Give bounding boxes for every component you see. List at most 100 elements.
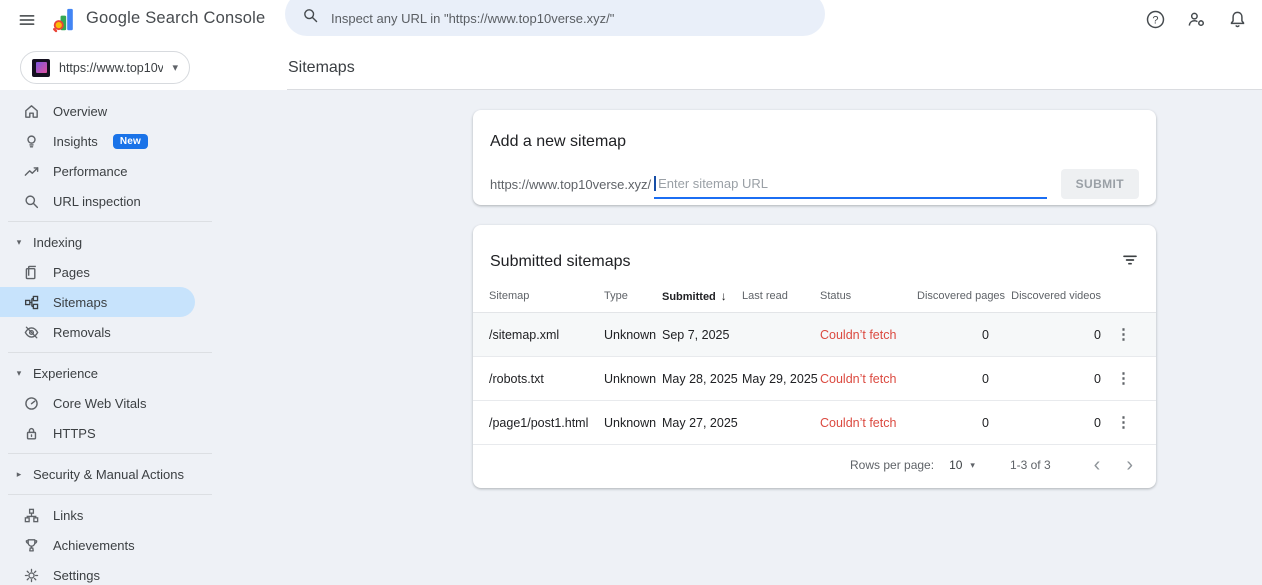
add-sitemap-form: https://www.top10verse.xyz/ Enter sitema…: [490, 169, 1139, 199]
cell-sitemap: /page1/post1.html: [489, 416, 604, 430]
col-header-type[interactable]: Type: [604, 290, 662, 302]
cell-discovered-pages: 0: [917, 416, 989, 430]
sidebar-item-label: Performance: [53, 164, 127, 179]
sidebar-item-links[interactable]: Links: [0, 500, 270, 530]
sidebar-item-url-inspection[interactable]: URL inspection: [0, 186, 270, 216]
lock-icon: [23, 425, 40, 442]
sitemap-tree-icon: [23, 294, 40, 311]
search-placeholder: Inspect any URL in "https://www.top10ver…: [331, 11, 614, 26]
col-header-discovered-pages[interactable]: Discovered pages: [917, 290, 989, 302]
performance-chart-icon: [23, 163, 40, 180]
notifications-bell-icon[interactable]: [1225, 8, 1249, 32]
search-console-logo-icon: [52, 6, 79, 33]
cell-discovered-videos: 0: [989, 416, 1101, 430]
links-network-icon: [23, 507, 40, 524]
table-row[interactable]: /sitemap.xml Unknown Sep 7, 2025 Couldn’…: [473, 313, 1156, 357]
sidebar-item-pages[interactable]: Pages: [0, 257, 270, 287]
property-selector[interactable]: https://www.top10vers... ▾: [20, 51, 190, 84]
gear-icon: [23, 567, 40, 584]
cell-last-read: May 29, 2025: [742, 372, 820, 386]
table-card-title: Submitted sitemaps: [490, 253, 631, 271]
col-header-last-read[interactable]: Last read: [742, 290, 820, 302]
eye-off-icon: [23, 324, 40, 341]
sitemap-url-input[interactable]: Enter sitemap URL: [654, 170, 1046, 199]
submitted-sitemaps-card: Submitted sitemaps Sitemap Type Submitte…: [473, 225, 1156, 488]
page-title: Sitemaps: [288, 59, 355, 77]
sidebar-item-label: Links: [53, 508, 83, 523]
submit-button[interactable]: SUBMIT: [1061, 169, 1139, 199]
filter-icon[interactable]: [1117, 247, 1143, 276]
prev-page-chevron-icon[interactable]: ‹: [1081, 455, 1114, 475]
cell-discovered-videos: 0: [989, 328, 1101, 342]
top-app-bar: Google Search Console Inspect any URL in…: [0, 0, 1262, 40]
sidebar-item-label: Overview: [53, 104, 107, 119]
sidebar-item-label: HTTPS: [53, 426, 96, 441]
menu-icon[interactable]: [14, 7, 40, 33]
table-row[interactable]: /page1/post1.html Unknown May 27, 2025 C…: [473, 401, 1156, 445]
sidebar-item-overview[interactable]: Overview: [0, 96, 270, 126]
sidebar-item-https[interactable]: HTTPS: [0, 418, 270, 448]
rows-per-page-value: 10: [949, 458, 962, 472]
lightbulb-icon: [23, 133, 40, 150]
col-header-discovered-videos[interactable]: Discovered videos: [989, 290, 1101, 302]
next-page-chevron-icon[interactable]: ›: [1113, 455, 1146, 475]
rows-per-page-select[interactable]: 10 ▾: [949, 458, 975, 472]
sidebar-item-settings[interactable]: Settings: [0, 560, 270, 585]
sidebar-item-label: Achievements: [53, 538, 135, 553]
caret-down-icon: ▾: [14, 368, 24, 379]
caret-down-icon: ▾: [14, 237, 24, 248]
sidebar-item-removals[interactable]: Removals: [0, 317, 270, 347]
table-row[interactable]: /robots.txt Unknown May 28, 2025 May 29,…: [473, 357, 1156, 401]
sidebar-item-label: Core Web Vitals: [53, 396, 146, 411]
sidebar-item-label: URL inspection: [53, 194, 141, 209]
cell-submitted: May 27, 2025: [662, 416, 742, 430]
rows-per-page-label: Rows per page:: [850, 458, 934, 472]
input-placeholder: Enter sitemap URL: [658, 176, 768, 191]
sidebar-item-insights[interactable]: Insights New: [0, 126, 270, 156]
row-menu-kebab-icon[interactable]: ⋮: [1114, 413, 1139, 432]
sitemaps-table: Sitemap Type Submitted↓ Last read Status…: [473, 279, 1156, 445]
sidebar-divider: [8, 453, 212, 454]
sidebar-section-indexing[interactable]: ▾ Indexing: [0, 227, 270, 257]
property-label: https://www.top10vers...: [59, 61, 163, 75]
sidebar-section-label: Security & Manual Actions: [33, 467, 184, 482]
table-header-row: Sitemap Type Submitted↓ Last read Status…: [473, 279, 1156, 313]
cell-sitemap: /robots.txt: [489, 372, 604, 386]
cell-status: Couldn’t fetch: [820, 328, 917, 342]
app-root: Google Search Console Inspect any URL in…: [0, 0, 1262, 585]
sidebar-divider: [8, 221, 212, 222]
row-menu-kebab-icon[interactable]: ⋮: [1114, 369, 1139, 388]
cell-sitemap: /sitemap.xml: [489, 328, 604, 342]
sidebar-section-experience[interactable]: ▾ Experience: [0, 358, 270, 388]
sidebar-item-performance[interactable]: Performance: [0, 156, 270, 186]
chevron-down-icon: ▾: [172, 61, 178, 74]
cell-status: Couldn’t fetch: [820, 416, 917, 430]
col-header-status[interactable]: Status: [820, 290, 917, 302]
sidebar-section-label: Indexing: [33, 235, 82, 250]
cell-type: Unknown: [604, 416, 662, 430]
col-header-sitemap[interactable]: Sitemap: [489, 290, 604, 302]
table-card-header: Submitted sitemaps: [490, 247, 1143, 276]
sidebar-item-label: Pages: [53, 265, 90, 280]
sidebar-item-core-web-vitals[interactable]: Core Web Vitals: [0, 388, 270, 418]
title-divider: [287, 89, 1262, 90]
row-menu-kebab-icon[interactable]: ⋮: [1114, 325, 1139, 344]
caret-down-icon: ▾: [970, 460, 975, 471]
url-inspect-searchbar[interactable]: Inspect any URL in "https://www.top10ver…: [285, 0, 825, 36]
topbar-actions: ?: [1143, 8, 1249, 32]
sidebar-section-security-manual-actions[interactable]: ▸ Security & Manual Actions: [0, 459, 270, 489]
search-icon: [302, 7, 319, 29]
sidebar-item-sitemaps[interactable]: Sitemaps: [0, 287, 195, 317]
svg-text:?: ?: [1152, 14, 1158, 26]
cell-submitted: Sep 7, 2025: [662, 328, 742, 342]
url-prefix: https://www.top10verse.xyz/: [490, 177, 651, 192]
pages-icon: [23, 264, 40, 281]
home-icon: [23, 103, 40, 120]
col-header-submitted[interactable]: Submitted↓: [662, 289, 742, 303]
sidebar-item-achievements[interactable]: Achievements: [0, 530, 270, 560]
new-badge: New: [113, 134, 148, 149]
help-icon[interactable]: ?: [1143, 8, 1167, 32]
cell-type: Unknown: [604, 328, 662, 342]
add-card-title: Add a new sitemap: [490, 133, 626, 151]
user-settings-icon[interactable]: [1184, 8, 1208, 32]
